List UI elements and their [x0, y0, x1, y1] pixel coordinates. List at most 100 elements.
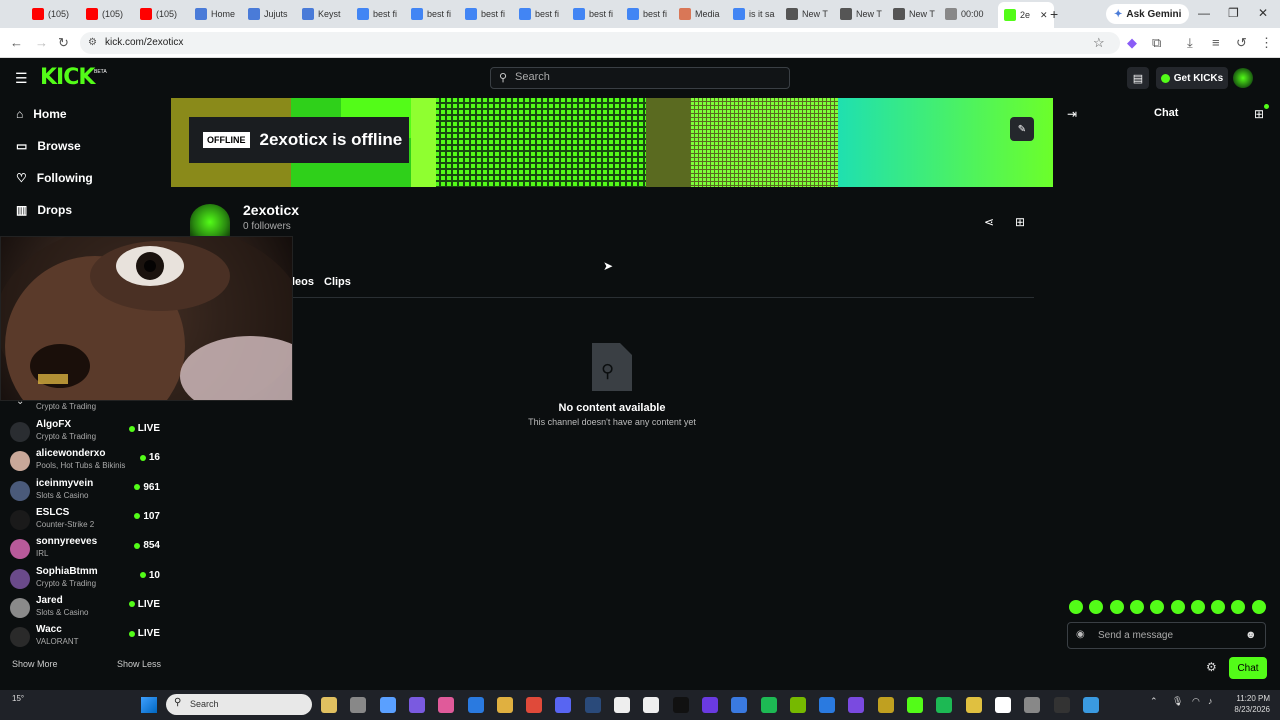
tab-close-icon[interactable]: ✕: [1040, 10, 1048, 21]
taskbar-app-icon[interactable]: [1053, 697, 1070, 713]
back-icon[interactable]: ←: [10, 35, 23, 50]
taskbar-app-icon[interactable]: [350, 697, 367, 713]
media-control-icon[interactable]: ≡: [1212, 35, 1220, 50]
list-item[interactable]: SophiaBtmm Crypto & Trading 10: [10, 566, 160, 592]
taskbar-app-icon[interactable]: [907, 697, 923, 713]
emote-icon[interactable]: [1211, 600, 1226, 614]
channel-avatar[interactable]: [190, 204, 230, 240]
mic-icon[interactable]: 🎙: [1172, 696, 1183, 707]
emoji-icon[interactable]: ☻: [1245, 629, 1257, 641]
refresh-ext-icon[interactable]: ↺: [1236, 35, 1247, 51]
taskbar-app-icon[interactable]: [555, 697, 572, 713]
close-window-button[interactable]: ✕: [1258, 6, 1268, 20]
browser-tab[interactable]: (105): [140, 4, 177, 24]
list-item[interactable]: sonnyreeves IRL 854: [10, 536, 160, 562]
bookmark-star-icon[interactable]: ☆: [1093, 35, 1105, 51]
hamburger-menu-icon[interactable]: ☰: [15, 70, 28, 87]
taskbar-app-icon[interactable]: [1082, 697, 1099, 713]
browser-tab[interactable]: best fi: [465, 4, 505, 24]
browser-tab[interactable]: best fi: [519, 4, 559, 24]
list-item[interactable]: Wacc VALORANT LIVE: [10, 624, 160, 650]
show-less-button[interactable]: Show Less: [117, 659, 161, 669]
taskbar-search[interactable]: [166, 694, 312, 715]
taskbar-app-icon[interactable]: [584, 697, 601, 713]
maximize-button[interactable]: ❐: [1228, 6, 1239, 20]
browser-tab[interactable]: (105): [32, 4, 69, 24]
url-box[interactable]: [80, 32, 1120, 54]
emote-icon[interactable]: [1170, 600, 1185, 614]
start-icon[interactable]: [141, 697, 157, 713]
taskbar-app-icon[interactable]: [731, 697, 748, 713]
list-item[interactable]: alicewonderxo Pools, Hot Tubs & Bikinis 16: [10, 448, 160, 474]
site-info-icon[interactable]: ⚙: [88, 37, 97, 48]
taskbar-app-icon[interactable]: [614, 697, 630, 713]
library-icon[interactable]: ▤: [1127, 67, 1149, 89]
avatar[interactable]: [1233, 68, 1253, 88]
taskbar-app-icon[interactable]: [643, 697, 660, 713]
browser-tab[interactable]: Keyst: [302, 4, 341, 24]
new-tab-button[interactable]: +: [1050, 4, 1058, 24]
browser-tab[interactable]: best fi: [357, 4, 397, 24]
browser-menu-icon[interactable]: ⋮: [1260, 35, 1273, 51]
send-chat-button[interactable]: Chat: [1229, 657, 1267, 679]
taskbar-app-icon[interactable]: [321, 697, 337, 713]
chat-settings-icon[interactable]: ⚙: [1206, 660, 1217, 674]
browser-tab[interactable]: Media: [679, 4, 720, 24]
browser-tab[interactable]: 00:00: [945, 4, 984, 24]
minimize-button[interactable]: —: [1198, 6, 1210, 20]
list-item[interactable]: Jared Slots & Casino LIVE: [10, 595, 160, 621]
browser-tab[interactable]: best fi: [411, 4, 451, 24]
tray-chevron-icon[interactable]: ⌃: [1150, 696, 1158, 707]
collapse-chat-icon[interactable]: ⇥: [1067, 107, 1077, 121]
clock-date[interactable]: 8/23/2026: [1226, 705, 1270, 714]
taskbar-app-icon[interactable]: [965, 697, 982, 713]
taskbar-app-icon[interactable]: [848, 697, 865, 713]
tab-clips[interactable]: Clips: [324, 276, 351, 288]
extensions-icon[interactable]: ⧉: [1152, 35, 1161, 51]
browser-tab[interactable]: New T: [786, 4, 828, 24]
clock-time[interactable]: 11:20 PM: [1226, 694, 1270, 703]
taskbar-app-icon[interactable]: [379, 697, 396, 713]
sidebar-item-browse[interactable]: ▭ Browse: [16, 139, 81, 153]
taskbar-app-icon[interactable]: [496, 697, 513, 713]
tab-videos[interactable]: leos: [292, 276, 314, 288]
ask-gemini-button[interactable]: ✦ Ask Gemini: [1106, 4, 1190, 24]
emote-icon[interactable]: [1129, 600, 1144, 614]
taskbar-app-icon[interactable]: [672, 697, 689, 713]
gemini-ext-icon[interactable]: ◆: [1127, 35, 1137, 51]
taskbar-app-icon[interactable]: [467, 697, 484, 713]
browser-tab[interactable]: New T: [840, 4, 882, 24]
download-icon[interactable]: ⤓: [1187, 35, 1193, 51]
list-item[interactable]: iceinmyvein Slots & Casino 961: [10, 478, 160, 504]
taskbar-app-icon[interactable]: [526, 697, 543, 713]
share-icon[interactable]: ⋖: [984, 215, 994, 229]
kick-logo[interactable]: KICK: [40, 65, 95, 90]
browser-tab[interactable]: New T: [893, 4, 935, 24]
list-item[interactable]: AlgoFX Crypto & Trading LIVE: [10, 419, 160, 445]
taskbar-app-icon[interactable]: [701, 697, 718, 713]
edit-banner-icon[interactable]: ✎: [1010, 117, 1034, 141]
mod-tools-icon[interactable]: ⊞: [1015, 215, 1025, 229]
browser-tab[interactable]: is it sa: [733, 4, 775, 24]
taskbar-app-icon[interactable]: [1024, 697, 1041, 713]
show-more-button[interactable]: Show More: [12, 659, 58, 669]
chat-users-icon[interactable]: ⊞: [1254, 107, 1264, 121]
taskbar-app-icon[interactable]: [789, 697, 806, 713]
sidebar-item-home[interactable]: ⌂ Home: [16, 107, 67, 121]
emote-icon[interactable]: [1190, 600, 1205, 614]
browser-tab[interactable]: Jujuts: [248, 4, 288, 24]
sidebar-item-following[interactable]: ♡ Following: [16, 171, 93, 185]
volume-icon[interactable]: ♪: [1208, 696, 1213, 706]
wifi-icon[interactable]: ◠: [1192, 696, 1200, 707]
sidebar-item-drops[interactable]: ▥ Drops: [16, 203, 72, 217]
browser-tab[interactable]: best fi: [627, 4, 667, 24]
taskbar-app-icon[interactable]: [936, 697, 953, 713]
chat-badge-icon[interactable]: ◉: [1076, 629, 1085, 640]
browser-tab[interactable]: 2e ✕: [998, 2, 1054, 28]
browser-tab[interactable]: best fi: [573, 4, 613, 24]
taskbar-app-icon[interactable]: [819, 697, 836, 713]
reload-icon[interactable]: ↻: [58, 35, 69, 51]
emote-icon[interactable]: [1069, 600, 1083, 614]
taskbar-app-icon[interactable]: [438, 697, 455, 713]
taskbar-app-icon[interactable]: [877, 697, 894, 713]
